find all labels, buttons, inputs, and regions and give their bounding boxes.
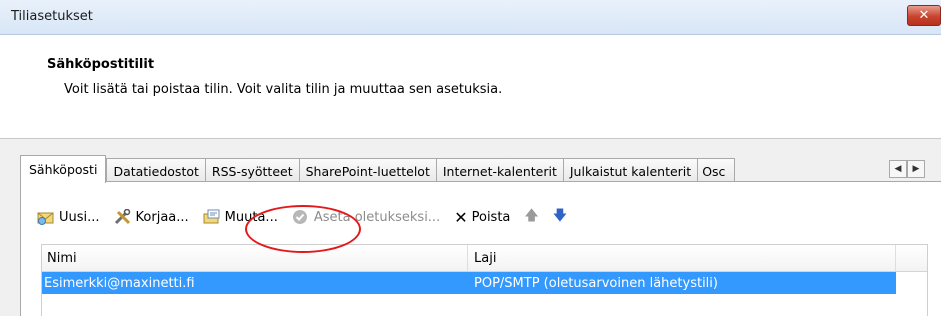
tab-data-files[interactable]: Datatiedostot xyxy=(106,158,205,183)
change-settings-icon xyxy=(203,209,220,224)
arrow-left-icon: ◀ xyxy=(894,164,902,174)
change-button[interactable]: Muuta... xyxy=(203,209,278,225)
account-settings-dialog: Tiliasetukset ✕ Sähköpostitilit Voit lis… xyxy=(0,0,941,316)
header-panel: Sähköpostitilit Voit lisätä tai poistaa … xyxy=(0,35,941,139)
new-mail-icon xyxy=(37,212,54,225)
window-title: Tiliasetukset xyxy=(11,9,93,24)
tab-address-books[interactable]: Osc xyxy=(697,158,736,183)
tab-sharepoint-lists[interactable]: SharePoint-luettelot xyxy=(298,158,436,183)
body-panel: Sähköposti Datatiedostot RSS-syötteet Sh… xyxy=(0,139,941,316)
tab-rss-feeds[interactable]: RSS-syötteet xyxy=(204,158,299,183)
email-tab-page: Uusi... Korjaa... Muuta... Aseta oletuks… xyxy=(20,181,941,316)
arrow-right-icon: ▶ xyxy=(912,164,920,174)
title-bar: Tiliasetukset ✕ xyxy=(0,0,941,35)
column-header-name[interactable]: Nimi xyxy=(47,251,77,266)
set-default-label: Aseta oletukseksi... xyxy=(313,209,441,225)
change-label: Muuta... xyxy=(224,209,278,225)
section-description: Voit lisätä tai poistaa tilin. Voit vali… xyxy=(64,82,503,97)
new-account-button[interactable]: Uusi... xyxy=(37,209,100,225)
new-account-label: Uusi... xyxy=(59,209,100,225)
account-list: Nimi Laji Esimerkki@maxinetti.fi POP/SMT… xyxy=(41,244,928,316)
remove-label: Poista xyxy=(471,209,511,225)
arrow-up-icon: 🡅 xyxy=(524,208,539,224)
tab-scroll-buttons: ◀ ▶ xyxy=(889,160,925,178)
repair-label: Korjaa... xyxy=(135,209,189,225)
move-down-button[interactable]: 🡇 xyxy=(553,205,567,229)
column-divider[interactable] xyxy=(895,245,896,271)
tab-published-calendars[interactable]: Julkaistut kalenterit xyxy=(562,158,698,183)
checkmark-icon xyxy=(292,210,307,224)
tab-email[interactable]: Sähköposti xyxy=(20,155,107,183)
scroll-left-button[interactable]: ◀ xyxy=(889,160,907,178)
column-header-type[interactable]: Laji xyxy=(474,251,496,266)
account-name: Esimerkki@maxinetti.fi xyxy=(44,276,195,291)
account-toolbar: Uusi... Korjaa... Muuta... Aseta oletuks… xyxy=(37,206,581,228)
move-up-button[interactable]: 🡅 xyxy=(524,205,538,229)
close-icon: ✕ xyxy=(918,8,930,23)
table-row[interactable]: Esimerkki@maxinetti.fi POP/SMTP (oletusa… xyxy=(42,272,896,294)
scroll-right-button[interactable]: ▶ xyxy=(907,160,925,178)
tab-strip: Sähköposti Datatiedostot RSS-syötteet Sh… xyxy=(20,155,736,183)
column-divider[interactable] xyxy=(467,245,468,271)
set-default-button[interactable]: Aseta oletukseksi... xyxy=(292,209,440,225)
remove-button[interactable]: ✕ Poista xyxy=(454,208,510,227)
tools-icon xyxy=(114,209,130,225)
close-button[interactable]: ✕ xyxy=(907,5,941,26)
section-title: Sähköpostitilit xyxy=(47,57,155,72)
tab-internet-calendars[interactable]: Internet-kalenterit xyxy=(435,158,563,183)
arrow-down-icon: 🡇 xyxy=(552,208,568,224)
list-header: Nimi Laji xyxy=(42,245,927,272)
account-type: POP/SMTP (oletusarvoinen lähetystili) xyxy=(474,276,718,291)
repair-button[interactable]: Korjaa... xyxy=(114,209,189,225)
remove-x-icon: ✕ xyxy=(454,207,468,227)
